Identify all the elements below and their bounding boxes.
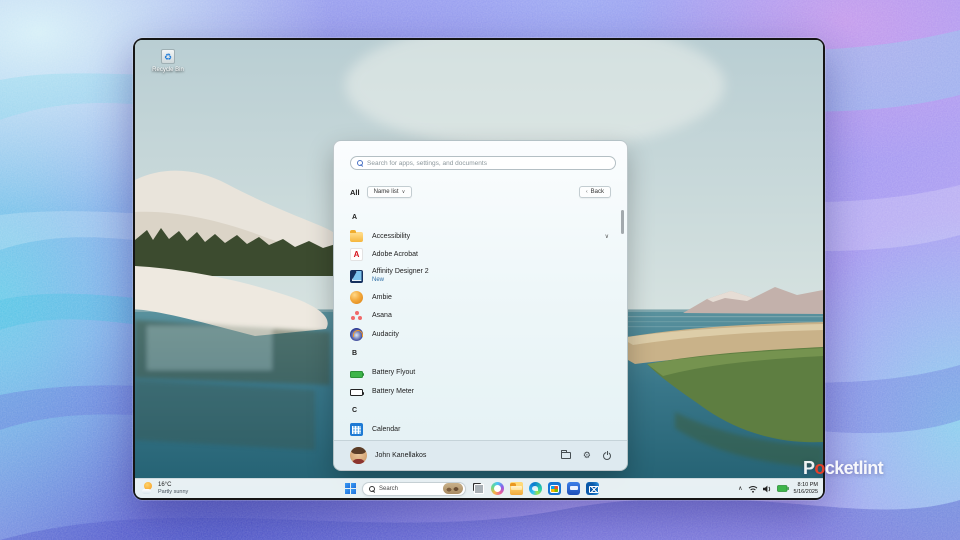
clock-time: 8:10 PM <box>797 481 818 488</box>
app-item-asana[interactable]: Asana <box>350 307 615 326</box>
battery-icon[interactable] <box>776 485 789 492</box>
back-chevron-icon: ‹ <box>585 189 588 195</box>
start-search-box[interactable] <box>350 156 616 170</box>
search-icon <box>369 485 375 492</box>
search-icon <box>357 160 363 166</box>
desktop[interactable]: ♻ Recycle Bin All Name list ∨ ‹ Back <box>135 40 823 498</box>
weather-widget[interactable]: 16°C Partly sunny <box>142 482 188 495</box>
app-label: Battery Meter <box>372 387 415 395</box>
sort-dropdown-button[interactable]: Name list ∨ <box>366 186 413 198</box>
system-tray: ∧ 8:10 PM 5/16/2025 <box>738 482 818 495</box>
back-button[interactable]: ‹ Back <box>578 186 611 198</box>
wifi-icon[interactable] <box>748 485 758 493</box>
recycle-bin-icon: ♻ <box>161 49 175 64</box>
app-item-accessibility[interactable]: Accessibility ∨ <box>350 227 615 246</box>
app-item-audacity[interactable]: Audacity <box>350 325 615 344</box>
edge-button[interactable] <box>529 482 542 495</box>
user-avatar[interactable] <box>350 447 367 464</box>
section-header-c: C <box>352 407 358 414</box>
recycle-bin[interactable]: ♻ Recycle Bin <box>145 47 191 73</box>
adobe-acrobat-icon: A <box>350 248 363 262</box>
teams-button[interactable] <box>567 482 580 495</box>
app-label: Accessibility <box>372 232 411 240</box>
sort-dropdown-label: Name list <box>373 189 399 195</box>
recycle-bin-label: Recycle Bin <box>152 67 184 73</box>
taskbar-clock[interactable]: 8:10 PM 5/16/2025 <box>794 482 818 495</box>
app-item-battery-meter[interactable]: Battery Meter <box>350 382 615 401</box>
app-item-ambie[interactable]: Ambie <box>350 288 615 307</box>
scrollbar-thumb[interactable] <box>621 210 624 234</box>
affinity-designer-icon <box>350 269 363 283</box>
user-name[interactable]: John Kanellakos <box>375 452 426 459</box>
app-label: Affinity Designer 2 <box>372 267 429 275</box>
taskbar-search-box[interactable]: Search <box>362 481 466 496</box>
clock-date: 5/16/2025 <box>793 488 818 495</box>
logo-accent-o: o <box>814 458 825 478</box>
speaker-icon[interactable] <box>762 485 772 493</box>
section-header-a: A <box>352 213 358 221</box>
file-explorer-shortcut-icon[interactable] <box>560 450 571 459</box>
settings-gear-icon[interactable]: ⚙ <box>583 451 591 460</box>
section-header-b: B <box>352 350 358 357</box>
app-item-calendar[interactable]: Calendar <box>350 421 615 440</box>
outlook-button[interactable] <box>586 482 599 495</box>
calendar-icon <box>350 423 363 437</box>
logo-text: P <box>803 458 815 478</box>
audacity-icon <box>350 327 363 341</box>
app-item-affinity-designer[interactable]: Affinity Designer 2 New <box>350 264 615 288</box>
weather-temperature: 16°C <box>158 481 172 488</box>
start-menu-footer: John Kanellakos ⚙ <box>334 440 627 470</box>
taskbar: 16°C Partly sunny Search ∧ 8:10 PM 5/16/… <box>135 478 823 498</box>
app-list: A Accessibility ∨ A Adobe Acrobat Affini… <box>350 207 615 439</box>
start-menu: All Name list ∨ ‹ Back A Accessibility ∨ <box>333 140 628 471</box>
battery-meter-icon <box>350 389 365 397</box>
tray-chevron-up-icon[interactable]: ∧ <box>738 485 742 492</box>
power-icon[interactable] <box>603 450 611 460</box>
file-explorer-button[interactable] <box>510 482 523 495</box>
chevron-down-icon: ∨ <box>604 233 609 240</box>
battery-flyout-icon <box>350 370 364 378</box>
app-item-battery-flyout[interactable]: Battery Flyout <box>350 364 615 383</box>
app-label: Battery Flyout <box>372 369 416 377</box>
app-label: Asana <box>372 312 392 320</box>
app-label: Ambie <box>372 293 392 301</box>
taskbar-search-label: Search <box>379 485 399 492</box>
app-label: Calendar <box>372 426 401 434</box>
filter-row: All Name list ∨ ‹ Back <box>350 185 611 199</box>
weather-sun-cloud-icon <box>142 482 154 495</box>
logo-text: cketlint <box>824 458 884 478</box>
app-label: Adobe Acrobat <box>372 251 418 259</box>
monitor-frame: ♻ Recycle Bin All Name list ∨ ‹ Back <box>133 38 825 500</box>
asana-icon <box>350 309 363 322</box>
task-view-button[interactable] <box>472 482 485 495</box>
search-highlight-thumbnail <box>443 483 463 494</box>
start-button[interactable] <box>345 483 356 494</box>
filter-all-label: All <box>350 187 360 197</box>
microsoft-store-button[interactable] <box>548 482 561 495</box>
copilot-button[interactable] <box>491 482 504 495</box>
app-label: Audacity <box>372 330 399 338</box>
start-search-input[interactable] <box>367 159 609 167</box>
pocket-lint-logo: Pocketlint <box>803 458 884 479</box>
folder-icon <box>350 230 363 243</box>
ambie-icon <box>350 290 363 304</box>
back-button-label: Back <box>590 189 604 195</box>
app-item-adobe-acrobat[interactable]: A Adobe Acrobat <box>350 246 615 265</box>
weather-condition: Partly sunny <box>158 488 189 495</box>
app-sublabel-new: New <box>372 276 385 283</box>
chevron-down-icon: ∨ <box>401 189 406 195</box>
